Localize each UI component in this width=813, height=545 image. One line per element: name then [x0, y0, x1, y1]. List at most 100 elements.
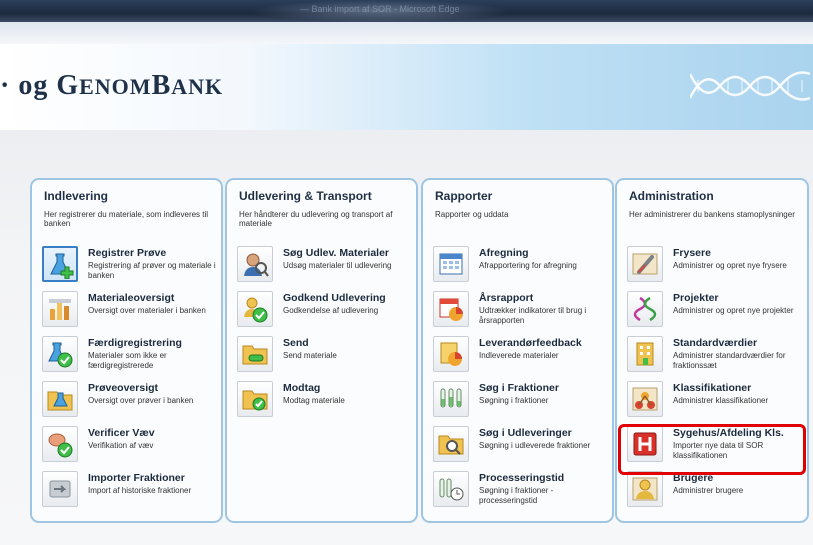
app-title: · og GenomBank — [0, 70, 224, 101]
item-title: Årsrapport — [479, 292, 534, 304]
tubes-clock-icon[interactable] — [433, 471, 469, 507]
item-subtitle: Administrer og opret nye frysere — [673, 261, 787, 270]
thermometer-icon[interactable] — [627, 246, 663, 282]
menu-item-modtag[interactable]: Modtag Modtag materiale — [237, 381, 417, 425]
molecule-icon[interactable] — [627, 381, 663, 417]
folder-check-icon[interactable] — [237, 381, 273, 417]
item-title: Søg i Fraktioner — [479, 382, 559, 394]
item-title: Verificer Væv — [88, 427, 155, 439]
app-banner: · og GenomBank — [0, 44, 813, 130]
menu-item-materialeoversigt[interactable]: Materialeoversigt Oversigt over material… — [42, 291, 222, 335]
menu-item-klassifikationer[interactable]: Klassifikationer Administrer klassifikat… — [627, 381, 807, 425]
folder-send-icon[interactable] — [237, 336, 273, 372]
dna-helix-logo-icon — [690, 71, 810, 101]
red-highlight-annotation — [618, 424, 806, 475]
doc-pie-icon[interactable] — [433, 336, 469, 372]
panel-title: Udlevering & Transport — [239, 189, 372, 203]
dna-icon[interactable] — [627, 291, 663, 327]
item-title: Standardværdier — [673, 337, 758, 349]
item-subtitle: Modtag materiale — [283, 396, 345, 405]
item-title: Send — [283, 337, 309, 349]
person-check-icon[interactable] — [237, 291, 273, 327]
panel-indlevering: Indlevering Her registrerer du materiale… — [30, 178, 223, 523]
menu-item-frysere[interactable]: Frysere Administrer og opret nye frysere — [627, 246, 807, 290]
item-subtitle: Import af historiske fraktioner — [88, 486, 192, 495]
menu-item-processeringstid[interactable]: Processeringstid Søgning i fraktioner - … — [433, 471, 613, 515]
item-title: Projekter — [673, 292, 719, 304]
folder-search-icon[interactable] — [433, 426, 469, 462]
item-subtitle: Materialer som ikke er færdigregistrered… — [88, 351, 167, 370]
building-icon[interactable] — [627, 336, 663, 372]
window-title: — Bank import af SOR - Microsoft Edge — [300, 4, 460, 14]
item-subtitle: Oversigt over prøver i banken — [88, 396, 194, 405]
panel-title: Indlevering — [44, 189, 109, 203]
user-icon[interactable] — [627, 471, 663, 507]
panel-title: Administration — [629, 189, 714, 203]
item-subtitle: Udtrækker indikatorer til brug i årsrapp… — [479, 306, 587, 325]
menu-item-soeg-udlev-materialer[interactable]: Søg Udlev. Materialer Udsøg materialer t… — [237, 246, 417, 290]
menu-item-leverandoerfeedback[interactable]: Leverandørfeedback Indleverede materiale… — [433, 336, 613, 380]
panel-title: Rapporter — [435, 189, 493, 203]
menu-item-registrer-proeve[interactable]: Registrer Prøve Registrering af prøver o… — [42, 246, 222, 290]
menu-item-godkend-udlevering[interactable]: Godkend Udlevering Godkendelse af udleve… — [237, 291, 417, 335]
item-subtitle: Søgning i fraktioner — [479, 396, 549, 405]
item-title: Afregning — [479, 247, 529, 259]
menu-item-verificer-vaev[interactable]: Verificer Væv Verifikation af væv — [42, 426, 222, 470]
item-title: Færdigregistrering — [88, 337, 182, 349]
test-tubes-icon[interactable] — [433, 381, 469, 417]
item-title: Processeringstid — [479, 472, 565, 484]
item-title: Prøveoversigt — [88, 382, 159, 394]
item-subtitle: Afrapportering for afregning — [479, 261, 577, 270]
menu-item-aarsrapport[interactable]: Årsrapport Udtrækker indikatorer til bru… — [433, 291, 613, 335]
item-title: Søg i Udleveringer — [479, 427, 572, 439]
item-title: Søg Udlev. Materialer — [283, 247, 390, 259]
item-subtitle: Oversigt over materialer i banken — [88, 306, 206, 315]
chart-bars-icon[interactable] — [42, 291, 78, 327]
menu-item-standardvaerdier[interactable]: Standardværdier Administrer standardværd… — [627, 336, 807, 380]
item-title: Klassifikationer — [673, 382, 752, 394]
item-title: Materialeoversigt — [88, 292, 175, 304]
panel-description: Her administrerer du bankens stamoplysni… — [629, 210, 795, 219]
folder-flask-icon[interactable] — [42, 381, 78, 417]
import-icon[interactable] — [42, 471, 78, 507]
calendar-pie-icon[interactable] — [433, 291, 469, 327]
item-subtitle: Verifikation af væv — [88, 441, 154, 450]
menu-item-soeg-i-udleveringer[interactable]: Søg i Udleveringer Søgning i udleverede … — [433, 426, 613, 470]
tissue-check-icon[interactable] — [42, 426, 78, 462]
calendar-grid-icon[interactable] — [433, 246, 469, 282]
item-subtitle: Send materiale — [283, 351, 337, 360]
item-subtitle: Administrer brugere — [673, 486, 744, 495]
menu-item-afregning[interactable]: Afregning Afrapportering for afregning — [433, 246, 613, 290]
item-subtitle: Administrer klassifikationer — [673, 396, 769, 405]
window-subbar — [0, 22, 813, 44]
person-search-icon[interactable] — [237, 246, 273, 282]
item-title: Importer Fraktioner — [88, 472, 185, 484]
item-title: Registrer Prøve — [88, 247, 167, 259]
menu-item-soeg-i-fraktioner[interactable]: Søg i Fraktioner Søgning i fraktioner — [433, 381, 613, 425]
item-subtitle: Indleverede materialer — [479, 351, 559, 360]
menu-item-importer-fraktioner[interactable]: Importer Fraktioner Import af historiske… — [42, 471, 222, 515]
window-titlebar: — Bank import af SOR - Microsoft Edge — [0, 0, 813, 22]
item-subtitle: Udsøg materialer til udlevering — [283, 261, 392, 270]
item-subtitle: Administrer og opret nye projekter — [673, 306, 794, 315]
item-subtitle: Søgning i udleverede fraktioner — [479, 441, 591, 450]
panel-rapporter: Rapporter Rapporter og uddata Afregning … — [421, 178, 614, 523]
flask-check-icon[interactable] — [42, 336, 78, 372]
menu-item-brugere[interactable]: Brugere Administrer brugere — [627, 471, 807, 515]
menu-item-faerdigregistrering[interactable]: Færdigregistrering Materialer som ikke e… — [42, 336, 222, 380]
menu-item-proeveoversigt[interactable]: Prøveoversigt Oversigt over prøver i ban… — [42, 381, 222, 425]
item-subtitle: Godkendelse af udlevering — [283, 306, 379, 315]
item-subtitle: Administrer standardværdier for fraktion… — [673, 351, 786, 370]
item-title: Leverandørfeedback — [479, 337, 582, 349]
panel-description: Rapporter og uddata — [435, 210, 509, 219]
flask-add-icon[interactable] — [42, 246, 78, 282]
item-title: Modtag — [283, 382, 321, 394]
menu-item-send[interactable]: Send Send materiale — [237, 336, 417, 380]
item-title: Frysere — [673, 247, 711, 259]
item-subtitle: Søgning i fraktioner - processeringstid — [479, 486, 554, 505]
item-subtitle: Registrering af prøver og materiale i ba… — [88, 261, 216, 280]
panel-description: Her registrerer du materiale, som indlev… — [44, 210, 209, 228]
menu-item-projekter[interactable]: Projekter Administrer og opret nye proje… — [627, 291, 807, 335]
panel-udlevering-transport: Udlevering & Transport Her håndterer du … — [225, 178, 418, 523]
item-title: Godkend Udlevering — [283, 292, 386, 304]
